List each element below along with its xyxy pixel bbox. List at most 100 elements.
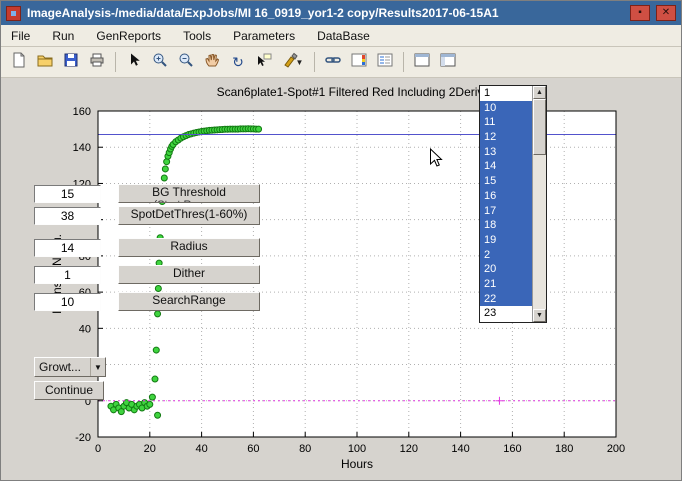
- growth-curve-plot[interactable]: 020406080100120140160180200-200204060801…: [1, 78, 682, 481]
- param-input-2[interactable]: [34, 239, 101, 257]
- insert-colorbar-button[interactable]: [347, 50, 371, 74]
- listbox-item[interactable]: 15: [480, 174, 532, 189]
- listbox-scrollbar[interactable]: ▲ ▼: [532, 86, 546, 322]
- brush-dropdown-caret-icon[interactable]: ▼: [296, 58, 304, 67]
- toolbar-separator: [115, 52, 116, 72]
- zoom-in-icon: [152, 52, 168, 73]
- svg-text:200: 200: [607, 443, 625, 455]
- chevron-down-icon[interactable]: ▼: [90, 358, 105, 376]
- listbox-item[interactable]: 17: [480, 204, 532, 219]
- param-button-0[interactable]: BG Threshold(Start Recomp: [118, 184, 260, 203]
- listbox-item[interactable]: 19: [480, 233, 532, 248]
- svg-text:160: 160: [73, 106, 91, 118]
- app-window: ImageAnalysis-/media/data/ExpJobs/MI 16_…: [0, 0, 682, 481]
- param-input-4[interactable]: [34, 293, 101, 311]
- zoom-in-button[interactable]: [148, 50, 172, 74]
- svg-text:20: 20: [144, 443, 156, 455]
- toolbar-separator: [314, 52, 315, 72]
- svg-text:Hours: Hours: [341, 457, 373, 471]
- param-button-2[interactable]: Radius: [118, 238, 260, 257]
- scroll-up-icon[interactable]: ▲: [533, 86, 546, 99]
- listbox-item[interactable]: 2: [480, 248, 532, 263]
- hide-plot-tools-button[interactable]: [410, 50, 434, 74]
- listbox-item[interactable]: 21: [480, 277, 532, 292]
- menubar: File Run GenReports Tools Parameters DataBase: [1, 25, 681, 47]
- listbox-item[interactable]: 10: [480, 101, 532, 116]
- svg-text:140: 140: [73, 142, 91, 154]
- listbox-items: 110111213141516171819220212223: [480, 86, 532, 322]
- link-plot-button[interactable]: [321, 50, 345, 74]
- spot-number-listbox[interactable]: 110111213141516171819220212223 ▲ ▼: [479, 85, 547, 323]
- svg-text:40: 40: [195, 443, 207, 455]
- edit-plot-arrow-icon: [126, 52, 142, 73]
- save-icon: [63, 52, 79, 73]
- link-plot-icon: [325, 52, 341, 73]
- scroll-down-icon[interactable]: ▼: [533, 309, 546, 322]
- param-button-4[interactable]: SearchRange: [118, 292, 260, 311]
- pan-hand-icon: [204, 52, 220, 73]
- param-button-1[interactable]: SpotDetThres(1-60%): [118, 206, 260, 225]
- insert-colorbar-icon: [351, 52, 367, 73]
- svg-text:40: 40: [79, 323, 91, 335]
- listbox-item[interactable]: 12: [480, 130, 532, 145]
- listbox-item[interactable]: 22: [480, 292, 532, 307]
- svg-text:Scan6plate1-Spot#1 Filtered Re: Scan6plate1-Spot#1 Filtered Red Includin…: [217, 85, 498, 99]
- listbox-item[interactable]: 23: [480, 306, 532, 321]
- param-input-1[interactable]: [34, 207, 101, 225]
- menu-item-parameters[interactable]: Parameters: [233, 29, 295, 43]
- edit-plot-button[interactable]: [122, 50, 146, 74]
- param-input-0[interactable]: [34, 185, 101, 203]
- listbox-item[interactable]: 11: [480, 115, 532, 130]
- data-cursor-button[interactable]: [252, 50, 276, 74]
- toolbar-separator: [403, 52, 404, 72]
- svg-text:60: 60: [247, 443, 259, 455]
- open-file-icon: [37, 52, 53, 73]
- param-button-sublabel: (Start Recomp: [119, 200, 259, 203]
- svg-text:-20: -20: [75, 432, 91, 444]
- growth-select[interactable]: Growt... ▼: [34, 357, 106, 377]
- insert-legend-button[interactable]: [373, 50, 397, 74]
- rotate-3d-button[interactable]: ↻: [226, 50, 250, 74]
- rotate-3d-icon: ↻: [232, 54, 244, 71]
- scrollbar-thumb[interactable]: [533, 99, 546, 155]
- data-cursor-icon: [256, 52, 272, 73]
- param-input-3[interactable]: [34, 266, 101, 284]
- continue-button[interactable]: Continue: [34, 381, 104, 400]
- print-button[interactable]: [85, 50, 109, 74]
- listbox-item[interactable]: 20: [480, 262, 532, 277]
- zoom-out-button[interactable]: [174, 50, 198, 74]
- titlebar: ImageAnalysis-/media/data/ExpJobs/MI 16_…: [1, 1, 681, 25]
- minimize-button[interactable]: ▪: [630, 5, 650, 21]
- open-file-button[interactable]: [33, 50, 57, 74]
- svg-text:140: 140: [451, 443, 469, 455]
- print-icon: [89, 52, 105, 73]
- new-file-icon: [11, 52, 27, 73]
- svg-text:80: 80: [299, 443, 311, 455]
- brush-button[interactable]: ▼: [278, 50, 308, 74]
- zoom-out-icon: [178, 52, 194, 73]
- app-icon: [6, 6, 21, 21]
- svg-text:100: 100: [348, 443, 366, 455]
- listbox-item[interactable]: 18: [480, 218, 532, 233]
- menu-item-genreports[interactable]: GenReports: [96, 29, 161, 43]
- insert-legend-icon: [377, 52, 393, 73]
- figure-area: 020406080100120140160180200-200204060801…: [1, 78, 682, 481]
- menu-item-run[interactable]: Run: [52, 29, 74, 43]
- save-button[interactable]: [59, 50, 83, 74]
- window-title: ImageAnalysis-/media/data/ExpJobs/MI 16_…: [27, 6, 624, 20]
- listbox-item[interactable]: 14: [480, 159, 532, 174]
- listbox-item[interactable]: 16: [480, 189, 532, 204]
- hide-plot-tools-icon: [414, 52, 430, 73]
- svg-text:160: 160: [503, 443, 521, 455]
- listbox-item[interactable]: 1: [480, 86, 532, 101]
- svg-text:180: 180: [555, 443, 573, 455]
- show-plot-tools-button[interactable]: [436, 50, 460, 74]
- param-button-3[interactable]: Dither: [118, 265, 260, 284]
- listbox-item[interactable]: 13: [480, 145, 532, 160]
- menu-item-file[interactable]: File: [11, 29, 30, 43]
- new-file-button[interactable]: [7, 50, 31, 74]
- pan-hand-button[interactable]: [200, 50, 224, 74]
- close-button[interactable]: ✕: [656, 5, 676, 21]
- menu-item-database[interactable]: DataBase: [317, 29, 370, 43]
- menu-item-tools[interactable]: Tools: [183, 29, 211, 43]
